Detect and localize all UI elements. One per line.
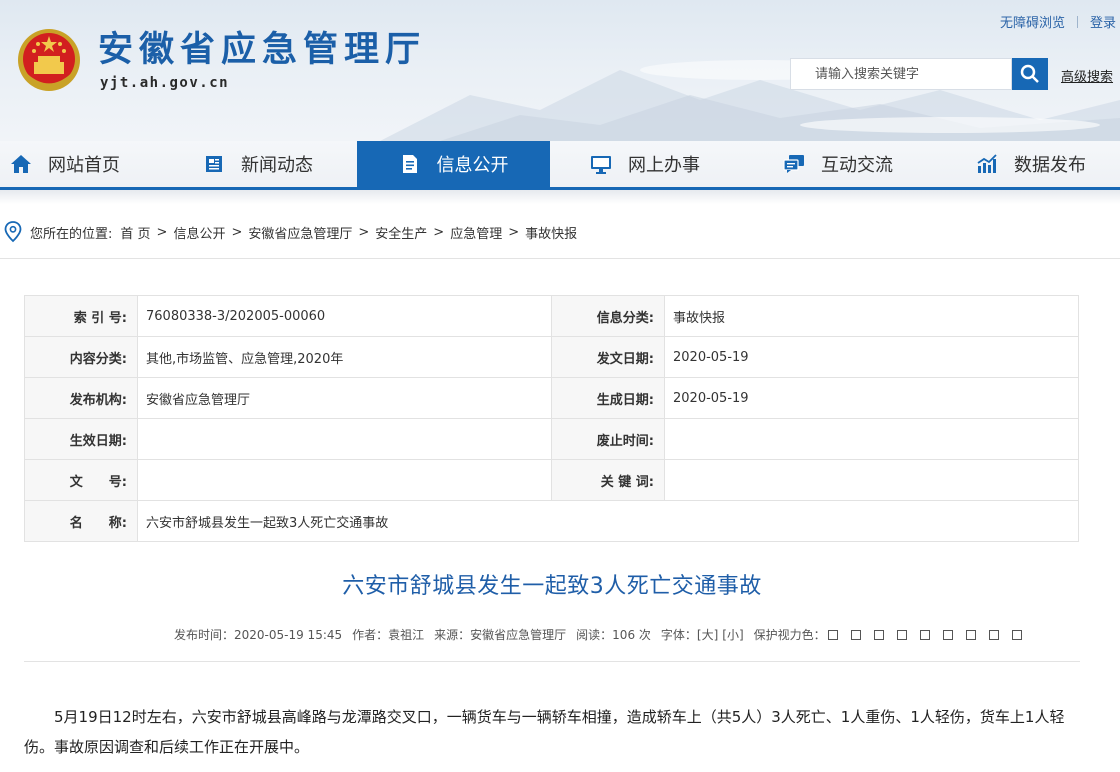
divider [0, 258, 1120, 259]
keywords-label: 关 键 词: [551, 459, 665, 501]
breadcrumb-separator: > [156, 224, 168, 240]
issue-date-value: 2020-05-19 [664, 336, 1079, 378]
issue-date-label: 发文日期: [551, 336, 665, 378]
table-row: 文 号: 关 键 词: [24, 459, 1079, 501]
breadcrumb-separator: > [231, 224, 243, 240]
keywords-value [664, 459, 1079, 501]
breadcrumb-info-public[interactable]: 信息公开 [173, 223, 225, 242]
publish-time: 发布时间：2020-05-19 15:45 [174, 628, 343, 642]
effective-date-value [137, 418, 552, 460]
eye-protect-swatches [827, 629, 1032, 640]
site-title: 安徽省应急管理厅 [98, 30, 427, 70]
nav-label: 网上办事 [628, 155, 700, 176]
color-swatch-7[interactable] [965, 629, 976, 640]
breadcrumb: 您所在的位置: 首 页 > 信息公开 > 安徽省应急管理厅 > 安全生产 > 应… [4, 221, 577, 243]
breadcrumb-prefix: 您所在的位置: [30, 226, 113, 242]
chart-icon [976, 153, 998, 175]
publisher-value: 安徽省应急管理厅 [137, 377, 552, 419]
main-nav: 网站首页 新闻动态 信息公开 网上办事 互动交流 数据发布 [0, 141, 1120, 190]
category-label: 信息分类: [551, 295, 665, 337]
table-row: 索 引 号: 76080338-3/202005-00060 信息分类: 事故快… [24, 295, 1079, 337]
article-body: 5月19日12时左右，六安市舒城县高峰路与龙潭路交叉口，一辆货车与一辆轿车相撞，… [24, 708, 1065, 756]
abolish-date-label: 废止时间: [551, 418, 665, 460]
generate-date-value: 2020-05-19 [664, 377, 1079, 419]
site-domain: yjt.ah.gov.cn [100, 75, 230, 91]
breadcrumb-separator: > [433, 224, 445, 240]
nav-label: 互动交流 [821, 155, 893, 176]
table-row: 内容分类: 其他,市场监管、应急管理,2020年 发文日期: 2020-05-1… [24, 336, 1079, 378]
publisher-label: 发布机构: [24, 377, 138, 419]
nav-label: 信息公开 [436, 155, 509, 176]
name-label: 名 称: [24, 500, 138, 542]
color-swatch-4[interactable] [896, 629, 907, 640]
login-link[interactable]: 登录 [1090, 12, 1116, 31]
breadcrumb-home[interactable]: 首 页 [120, 223, 150, 242]
color-swatch-5[interactable] [919, 629, 930, 640]
search-input[interactable] [813, 59, 1017, 89]
eye-protect-label: 保护视力色： [753, 628, 826, 642]
search-box [790, 58, 1017, 90]
chat-icon [783, 153, 805, 175]
monitor-icon [590, 153, 612, 175]
category-value: 事故快报 [664, 295, 1079, 337]
breadcrumb-emergency-management[interactable]: 应急管理 [450, 223, 502, 242]
table-row: 名 称: 六安市舒城县发生一起致3人死亡交通事故 [24, 500, 1079, 542]
abolish-date-value [664, 418, 1079, 460]
content-category-label: 内容分类: [24, 336, 138, 378]
breadcrumb-safety-production[interactable]: 安全生产 [375, 223, 427, 242]
link-divider [1076, 15, 1078, 28]
nav-label: 网站首页 [48, 155, 120, 176]
nav-item-info-public[interactable]: 信息公开 [357, 141, 550, 187]
font-size-label: 字体： [660, 628, 697, 642]
article-meta: 发布时间：2020-05-19 15:45 作者：袁祖江 来源：安徽省应急管理厅… [174, 626, 1042, 643]
color-swatch-9[interactable] [1011, 629, 1022, 640]
color-swatch-6[interactable] [942, 629, 953, 640]
article-title: 六安市舒城县发生一起致3人死亡交通事故 [342, 574, 762, 599]
name-value: 六安市舒城县发生一起致3人死亡交通事故 [137, 500, 1079, 542]
site-header: 安徽省应急管理厅 yjt.ah.gov.cn 无障碍浏览 登录 高级搜索 [0, 0, 1120, 141]
font-large-button[interactable]: [大] [697, 626, 718, 643]
nav-item-online-service[interactable]: 网上办事 [590, 141, 700, 187]
national-emblem-icon [18, 29, 80, 91]
content-category-value: 其他,市场监管、应急管理,2020年 [137, 336, 552, 378]
generate-date-label: 生成日期: [551, 377, 665, 419]
color-swatch-2[interactable] [850, 629, 861, 640]
breadcrumb-separator: > [508, 224, 520, 240]
divider [24, 661, 1080, 662]
source: 来源：安徽省应急管理厅 [434, 628, 567, 642]
color-swatch-3[interactable] [873, 629, 884, 640]
color-swatch-1[interactable] [827, 629, 838, 640]
nav-item-interaction[interactable]: 互动交流 [783, 141, 893, 187]
breadcrumb-accident-report[interactable]: 事故快报 [525, 223, 577, 242]
accessibility-link[interactable]: 无障碍浏览 [1000, 12, 1065, 31]
nav-item-home[interactable]: 网站首页 [10, 141, 120, 187]
search-button[interactable] [1012, 58, 1048, 90]
nav-item-news[interactable]: 新闻动态 [203, 141, 313, 187]
top-links: 无障碍浏览 登录 [1000, 12, 1116, 31]
nav-label: 新闻动态 [241, 155, 313, 176]
color-swatch-8[interactable] [988, 629, 999, 640]
table-row: 发布机构: 安徽省应急管理厅 生成日期: 2020-05-19 [24, 377, 1079, 419]
advanced-search-link[interactable]: 高级搜索 [1061, 66, 1113, 85]
author: 作者：袁祖江 [352, 628, 425, 642]
home-icon [10, 153, 32, 175]
breadcrumb-department[interactable]: 安徽省应急管理厅 [248, 223, 352, 242]
font-small-button[interactable]: [小] [722, 626, 743, 643]
view-count: 阅读：106 次 [576, 628, 651, 642]
table-row: 生效日期: 废止时间: [24, 418, 1079, 460]
nav-shadow [0, 190, 1120, 204]
info-table: 索 引 号: 76080338-3/202005-00060 信息分类: 事故快… [24, 295, 1079, 542]
document-number-value [137, 459, 552, 501]
news-icon [203, 153, 225, 175]
index-label: 索 引 号: [24, 295, 138, 337]
location-pin-icon [4, 221, 22, 243]
breadcrumb-separator: > [358, 224, 370, 240]
document-icon [399, 153, 421, 175]
effective-date-label: 生效日期: [24, 418, 138, 460]
nav-item-data-release[interactable]: 数据发布 [976, 141, 1086, 187]
nav-label: 数据发布 [1014, 155, 1086, 176]
index-value: 76080338-3/202005-00060 [137, 295, 552, 337]
search-icon [1020, 64, 1039, 83]
document-number-label: 文 号: [24, 459, 138, 501]
